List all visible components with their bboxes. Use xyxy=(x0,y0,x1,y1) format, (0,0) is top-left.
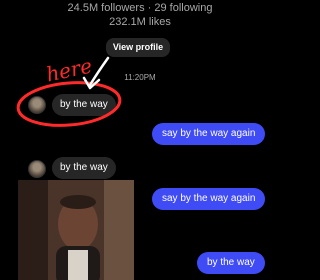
reaction-video[interactable] xyxy=(18,180,134,280)
person-image xyxy=(18,180,134,280)
annotation-circle xyxy=(16,81,122,127)
